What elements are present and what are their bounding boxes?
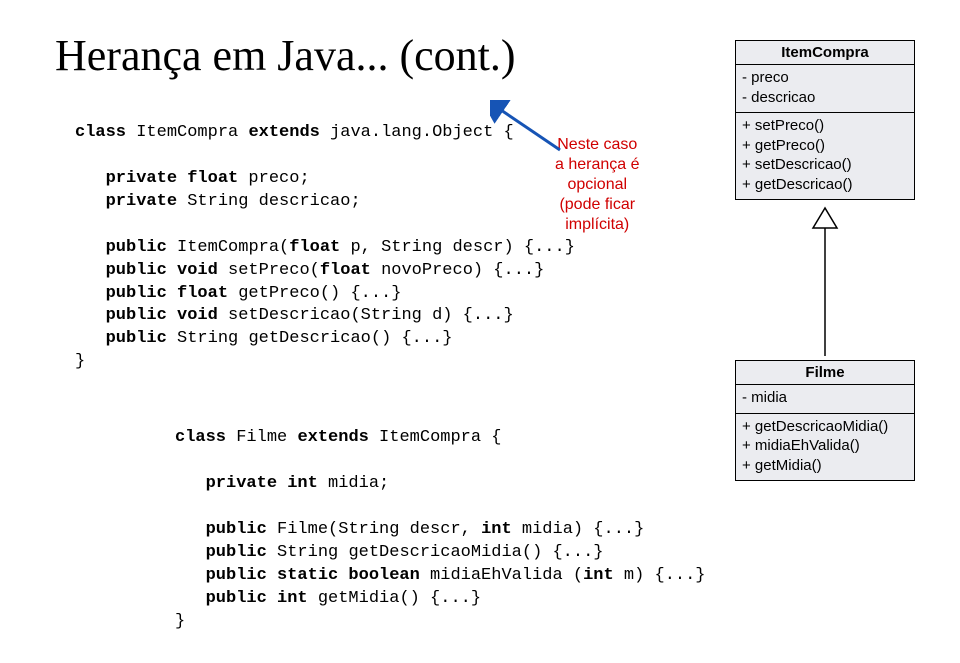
uml-class-itemcompra: ItemCompra - preco - descricao + setPrec… xyxy=(735,40,915,481)
uml-title: ItemCompra xyxy=(736,41,914,65)
uml-title: Filme xyxy=(736,361,914,385)
inheritance-arrow-icon xyxy=(735,200,915,360)
uml-attributes: - midia xyxy=(736,385,914,414)
arrow-annotation-icon xyxy=(490,100,570,160)
uml-attributes: - preco - descricao xyxy=(736,65,914,113)
uml-methods: + setPreco() + getPreco() + setDescricao… xyxy=(736,113,914,199)
uml-methods: + getDescricaoMidia() + midiaEhValida() … xyxy=(736,414,914,481)
uml-class-filme: Filme - midia + getDescricaoMidia() + mi… xyxy=(735,360,915,481)
